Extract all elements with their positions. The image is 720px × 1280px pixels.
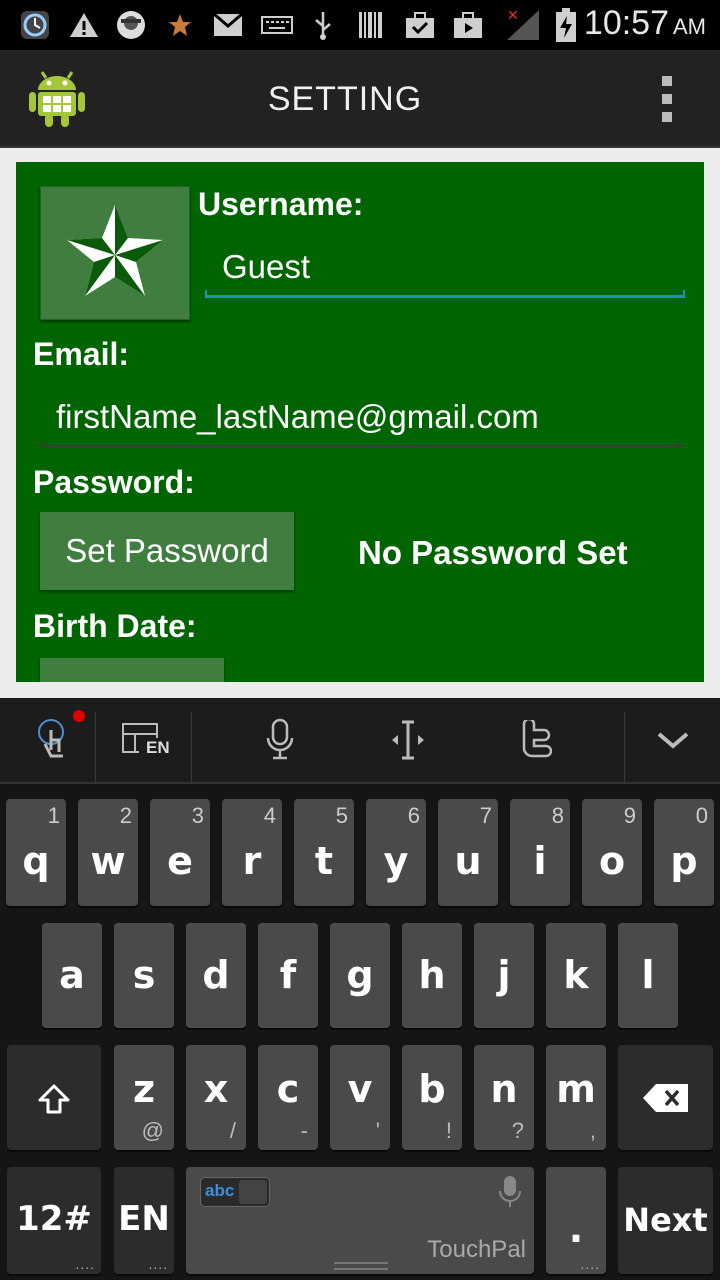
settings-content: Username: Guest Email: firstName_lastNam…	[0, 148, 720, 698]
key-e[interactable]: 3e	[150, 799, 210, 906]
key-v[interactable]: v '	[330, 1045, 390, 1150]
email-label: Email:	[33, 336, 130, 372]
battery-charging-icon	[554, 8, 578, 42]
key-k[interactable]: k	[546, 923, 606, 1028]
star-notification-icon	[166, 10, 194, 40]
key-a[interactable]: a	[42, 923, 102, 1028]
signal-icon: ✕	[504, 8, 542, 40]
birth-date-label: Birth Date:	[33, 608, 197, 644]
avatar-button[interactable]	[40, 186, 190, 320]
clock-app-icon	[18, 10, 52, 40]
key-c[interactable]: c-	[258, 1045, 318, 1150]
key-w[interactable]: 2w	[78, 799, 138, 906]
briefcase-icon	[452, 10, 484, 40]
key-d[interactable]: d	[186, 923, 246, 1028]
twitter-icon[interactable]	[505, 698, 565, 782]
keyboard-toolbar: EN	[0, 698, 720, 784]
keyboard-icon	[260, 10, 294, 40]
keyboard-layout-icon[interactable]: EN	[110, 698, 180, 782]
microphone-icon[interactable]	[250, 698, 310, 782]
key-i[interactable]: 8i	[510, 799, 570, 906]
key-q[interactable]: 1q	[6, 799, 66, 906]
key-x[interactable]: x /	[186, 1045, 246, 1150]
page-title: SETTING	[267, 80, 423, 118]
key-r[interactable]: 4r	[222, 799, 282, 906]
key-l[interactable]: l	[618, 923, 678, 1028]
backspace-icon	[643, 1084, 688, 1112]
abc-toggle: abc	[200, 1177, 270, 1207]
action-bar: SETTING	[0, 50, 720, 148]
set-password-button[interactable]: Set Password	[40, 512, 294, 590]
briefcase-icon	[404, 10, 436, 40]
key-p[interactable]: 0p	[654, 799, 714, 906]
usb-icon	[310, 10, 336, 40]
space-key[interactable]: abc TouchPal	[186, 1167, 534, 1274]
shift-key[interactable]	[7, 1045, 101, 1150]
next-key[interactable]: Next	[618, 1167, 713, 1274]
settings-panel: Username: Guest Email: firstName_lastNam…	[16, 162, 704, 682]
space-bar-lines	[334, 1262, 388, 1270]
status-bar: ✕ 10:57 AM	[0, 0, 720, 50]
warning-icon	[68, 10, 100, 40]
username-field[interactable]: Guest	[222, 248, 310, 286]
key-z[interactable]: z @	[114, 1045, 174, 1150]
key-u[interactable]: 7u	[438, 799, 498, 906]
key-j[interactable]: j	[474, 923, 534, 1028]
gesture-touch-icon[interactable]	[20, 698, 90, 782]
key-g[interactable]: g	[330, 923, 390, 1028]
key-f[interactable]: f	[258, 923, 318, 1028]
birth-date-button[interactable]	[40, 658, 224, 682]
space-mic-icon	[499, 1176, 521, 1207]
key-m[interactable]: m,	[546, 1045, 606, 1150]
period-key[interactable]: . ....	[546, 1167, 606, 1274]
symbols-key[interactable]: 12# ....	[7, 1167, 101, 1274]
key-b[interactable]: b!	[402, 1045, 462, 1150]
touchpal-brand: TouchPal	[427, 1236, 526, 1263]
language-key[interactable]: EN ....	[114, 1167, 174, 1274]
key-s[interactable]: s	[114, 923, 174, 1028]
key-t[interactable]: 5t	[294, 799, 354, 906]
key-y[interactable]: 6y	[366, 799, 426, 906]
email-field-underline	[40, 440, 682, 447]
cursor-move-icon[interactable]	[378, 698, 438, 782]
star-avatar-icon	[67, 205, 163, 296]
key-o[interactable]: 9o	[582, 799, 642, 906]
key-n[interactable]: n?	[474, 1045, 534, 1150]
email-field[interactable]: firstName_lastName@gmail.com	[56, 398, 539, 436]
key-h[interactable]: h	[402, 923, 462, 1028]
svg-text:✕: ✕	[507, 8, 519, 24]
clock-time: 10:57 AM	[583, 4, 706, 42]
backspace-key[interactable]	[618, 1045, 713, 1150]
password-label: Password:	[33, 464, 195, 500]
collapse-keyboard-icon[interactable]	[640, 698, 706, 782]
username-field-underline	[205, 290, 685, 298]
username-label: Username:	[198, 186, 364, 222]
shift-arrow-icon	[38, 1084, 70, 1114]
gmail-icon	[212, 10, 244, 40]
touchpal-keyboard: EN 12# .... EN .... abc TouchPal . .... …	[0, 698, 720, 1280]
layout-lang-label: EN	[146, 738, 170, 757]
overflow-menu-icon[interactable]	[660, 76, 674, 122]
password-status-text: No Password Set	[358, 534, 628, 571]
avatar-notification-icon	[114, 10, 148, 40]
barcode-icon	[356, 10, 386, 40]
